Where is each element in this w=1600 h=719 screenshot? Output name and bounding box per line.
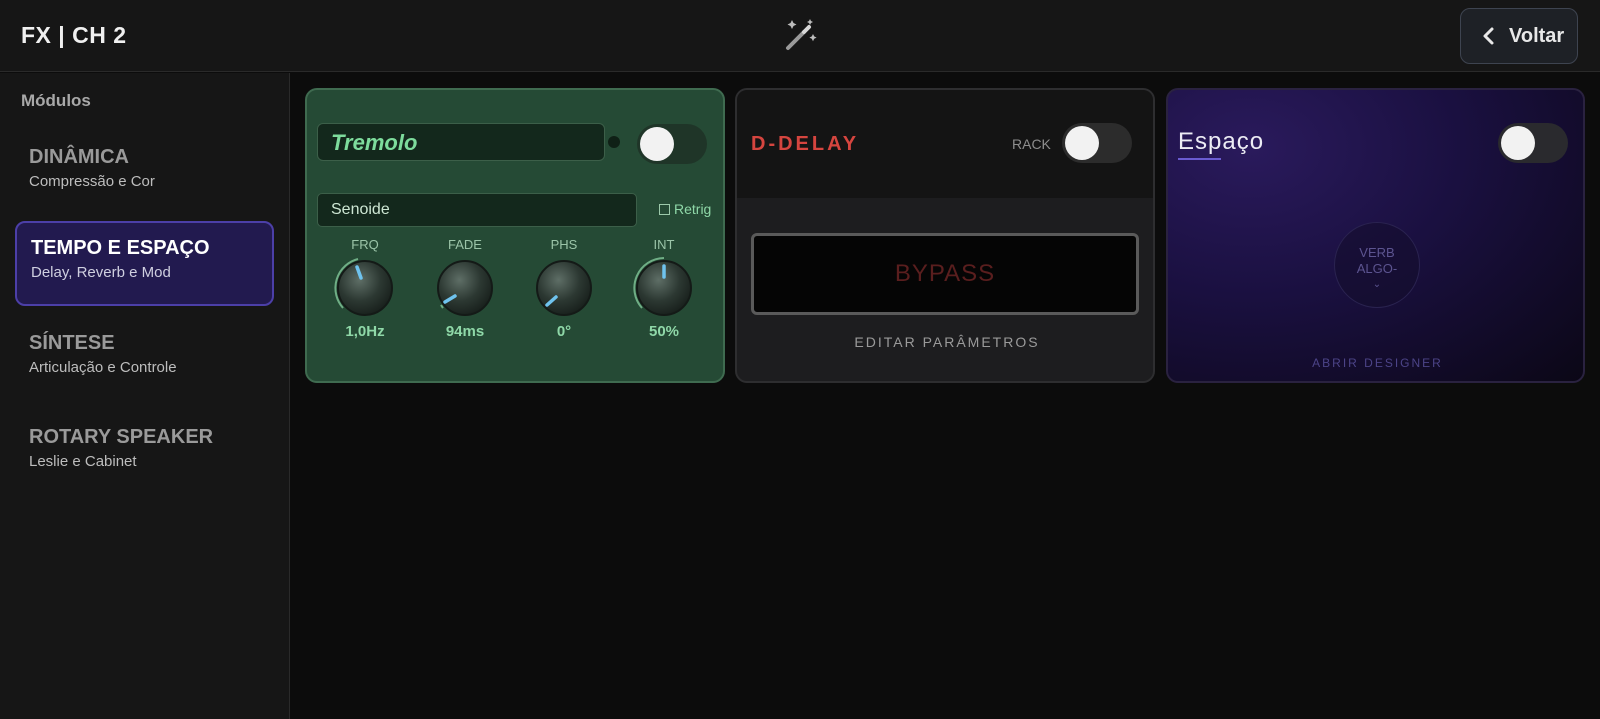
waveform-select[interactable]: Senoide (317, 193, 637, 227)
algo-line-2: ALGO- (1356, 261, 1398, 276)
open-designer-button[interactable]: ABRIR DESIGNER (1168, 356, 1587, 370)
back-button-label: Voltar (1509, 24, 1565, 47)
modules-sidebar: Módulos DINÂMICA Compressão e Cor TEMPO … (0, 73, 290, 719)
back-button[interactable]: Voltar (1460, 8, 1578, 64)
tremolo-name-field[interactable]: Tremolo (317, 123, 605, 161)
sidebar-item-title: ROTARY SPEAKER (29, 426, 214, 448)
espaco-module-card: Espaço VERB ALGO- ⌄ ABRIR DESIGNER (1166, 88, 1585, 383)
knob-label: PHS (550, 237, 578, 252)
title-underline (1178, 158, 1221, 160)
delay-module-card: D-DELAY RACK BYPASS EDITAR PARÂMETROS (735, 88, 1155, 383)
knob-phs[interactable]: PHS 0° (524, 237, 604, 340)
knob-label: INT (653, 237, 675, 252)
knob-label: FADE (448, 237, 482, 252)
knob-int-dial[interactable] (631, 255, 697, 321)
knob-value: 94ms (445, 323, 485, 340)
sidebar-item-dinamica[interactable]: DINÂMICA Compressão e Cor (15, 132, 274, 217)
sidebar-item-subtitle: Compressão e Cor (29, 173, 155, 190)
reverb-algorithm-selector[interactable]: VERB ALGO- ⌄ (1334, 222, 1420, 308)
sidebar-item-rotary-speaker[interactable]: ROTARY SPEAKER Leslie e Cabinet (15, 412, 274, 497)
tremolo-enable-toggle[interactable] (637, 124, 707, 164)
sidebar-item-subtitle: Leslie e Cabinet (29, 453, 137, 470)
algo-line-1: VERB (1359, 245, 1395, 260)
knob-frq[interactable]: FRQ 1,0Hz (325, 237, 405, 340)
sidebar-item-subtitle: Delay, Reverb e Mod (31, 264, 171, 281)
page-title: FX | CH 2 (21, 22, 127, 48)
knob-phs-dial[interactable] (531, 255, 597, 321)
edit-parameters-button[interactable]: EDITAR PARÂMETROS (737, 334, 1153, 350)
magic-wand-icon[interactable] (780, 16, 820, 56)
top-bar: FX | CH 2 Voltar (0, 0, 1600, 72)
tremolo-module-card: Tremolo Senoide Retrig FRQ 1,0Hz FADE 94… (305, 88, 725, 383)
delay-rack-toggle[interactable] (1062, 123, 1132, 163)
delay-title: D-DELAY (751, 133, 860, 155)
espaco-title: Espaço (1178, 128, 1265, 155)
toggle-knob (1501, 126, 1535, 160)
bypass-display[interactable]: BYPASS (751, 233, 1139, 315)
sidebar-item-title: TEMPO E ESPAÇO (31, 237, 210, 259)
sidebar-item-subtitle: Articulação e Controle (29, 359, 177, 376)
knob-frq-dial[interactable] (332, 255, 398, 321)
toggle-knob (640, 127, 674, 161)
toggle-knob (1065, 126, 1099, 160)
sidebar-item-title: DINÂMICA (29, 146, 129, 168)
espaco-enable-toggle[interactable] (1498, 123, 1568, 163)
retrig-label: Retrig (674, 201, 712, 217)
checkbox-box (659, 203, 670, 215)
retrig-checkbox[interactable]: Retrig (659, 201, 711, 217)
rack-label: RACK (1012, 136, 1051, 152)
knob-fade-dial[interactable] (432, 255, 498, 321)
sidebar-heading: Módulos (21, 91, 91, 110)
knob-value: 0° (556, 323, 572, 340)
sidebar-item-tempo-e-espaco[interactable]: TEMPO E ESPAÇO Delay, Reverb e Mod (15, 221, 274, 306)
knob-fade[interactable]: FADE 94ms (425, 237, 505, 340)
knob-label: FRQ (351, 237, 379, 252)
chevron-down-icon: ⌄ (1372, 279, 1382, 290)
knob-int[interactable]: INT 50% (624, 237, 704, 340)
knob-value: 1,0Hz (345, 323, 385, 340)
sidebar-item-title: SÍNTESE (29, 332, 115, 354)
knob-value: 50% (648, 323, 680, 340)
chevron-left-icon (1483, 27, 1494, 45)
status-led (608, 136, 620, 148)
sidebar-item-sintese[interactable]: SÍNTESE Articulação e Controle (15, 318, 274, 403)
